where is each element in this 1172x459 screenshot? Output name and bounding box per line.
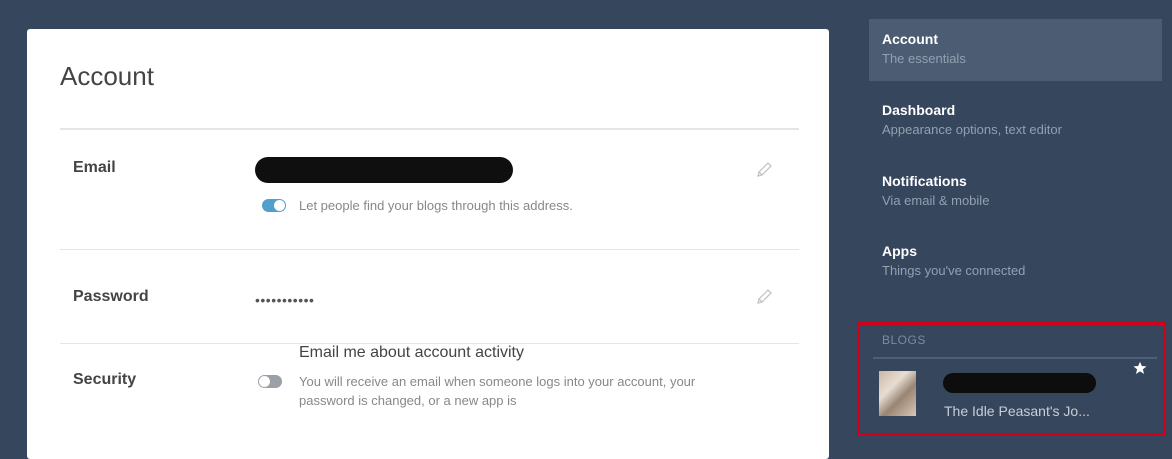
blog-avatar bbox=[879, 371, 916, 416]
security-email-label: Email me about account activity bbox=[299, 344, 524, 361]
divider bbox=[873, 357, 1157, 359]
toggle-knob bbox=[259, 376, 270, 387]
sidebar-item-title: Dashboard bbox=[882, 102, 956, 118]
sidebar-item-account[interactable]: Account The essentials bbox=[869, 19, 1162, 81]
sidebar-item-notifications[interactable]: Notifications Via email & mobile bbox=[869, 161, 1162, 223]
email-label: Email bbox=[73, 159, 116, 176]
email-field-redacted[interactable] bbox=[255, 157, 513, 183]
sidebar-item-title: Apps bbox=[882, 243, 917, 259]
security-email-toggle[interactable] bbox=[258, 375, 282, 388]
account-panel: Account Email Let people find your blogs… bbox=[27, 29, 829, 459]
sidebar-item-dashboard[interactable]: Dashboard Appearance options, text edito… bbox=[869, 90, 1162, 152]
edit-email-pencil-icon[interactable] bbox=[754, 160, 774, 180]
email-discoverable-label: Let people find your blogs through this … bbox=[299, 198, 573, 213]
security-label: Security bbox=[73, 371, 137, 388]
divider bbox=[60, 128, 799, 130]
sidebar-item-apps[interactable]: Apps Things you've connected bbox=[869, 231, 1162, 293]
blogs-section: BLOGS The Idle Peasant's Jo... bbox=[857, 322, 1166, 436]
sidebar-item-subtitle: Via email & mobile bbox=[882, 193, 990, 208]
blogs-heading: BLOGS bbox=[882, 333, 926, 347]
blog-title-redacted bbox=[943, 373, 1096, 393]
toggle-knob bbox=[274, 200, 285, 211]
sidebar-item-subtitle: Things you've connected bbox=[882, 263, 1026, 278]
blog-name: The Idle Peasant's Jo... bbox=[944, 403, 1090, 419]
star-icon[interactable] bbox=[1133, 361, 1147, 375]
password-value: ••••••••••• bbox=[255, 292, 315, 308]
sidebar-item-title: Account bbox=[882, 31, 938, 47]
security-email-description: You will receive an email when someone l… bbox=[299, 374, 696, 408]
password-label: Password bbox=[73, 288, 149, 305]
sidebar-item-subtitle: Appearance options, text editor bbox=[882, 122, 1062, 137]
divider bbox=[60, 249, 799, 250]
sidebar-item-subtitle: The essentials bbox=[882, 51, 966, 66]
edit-password-pencil-icon[interactable] bbox=[754, 287, 774, 307]
page-title: Account bbox=[60, 61, 154, 91]
sidebar-item-title: Notifications bbox=[882, 173, 967, 189]
email-discoverable-toggle[interactable] bbox=[262, 199, 286, 212]
